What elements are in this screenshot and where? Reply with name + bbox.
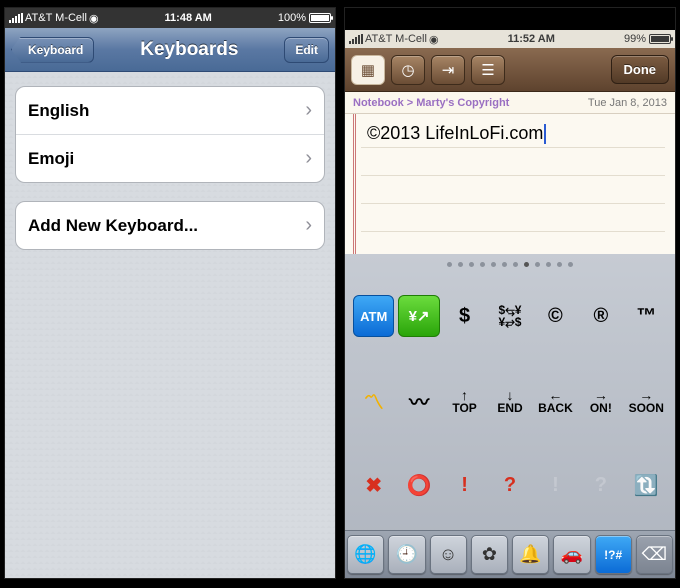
- emoji-key[interactable]: !: [535, 465, 576, 507]
- status-time: 11:48 AM: [99, 12, 278, 24]
- edit-button[interactable]: Edit: [284, 37, 329, 63]
- status-bar: AT&T M-Cell ◉ 11:52 AM 99%: [345, 30, 675, 48]
- page-dot[interactable]: [546, 262, 551, 267]
- keyboard-list: English › Emoji ›: [15, 86, 325, 183]
- page-dot[interactable]: [458, 262, 463, 267]
- keyboard-cell[interactable]: English ›: [16, 87, 324, 135]
- emoji-key[interactable]: ATM: [353, 295, 394, 337]
- page-dot[interactable]: [524, 262, 529, 267]
- category-flower-key[interactable]: ✿: [471, 535, 508, 574]
- emoji-key[interactable]: ©: [535, 295, 576, 337]
- page-dot[interactable]: [502, 262, 507, 267]
- clock-icon[interactable]: ◷: [391, 55, 425, 85]
- category-smiley-key[interactable]: ☺: [430, 535, 467, 574]
- page-title: Keyboards: [140, 39, 238, 61]
- chevron-right-icon: ›: [305, 147, 312, 170]
- emoji-keyboard: ATM¥↗$$⥃¥¥⥂$©®™ 〽〰↑TOP↓END←BACK→ON!→SOON ✖…: [345, 254, 675, 578]
- page-dot[interactable]: [557, 262, 562, 267]
- category-bell-key[interactable]: 🔔: [512, 535, 549, 574]
- chevron-right-icon: ›: [305, 99, 312, 122]
- breadcrumb[interactable]: Notebook > Marty's Copyright: [353, 97, 509, 109]
- emoji-key[interactable]: 🔃: [626, 465, 667, 507]
- emoji-key[interactable]: ?: [580, 465, 621, 507]
- signal-icon: [349, 34, 363, 44]
- keyboard-label: Emoji: [28, 149, 74, 169]
- chevron-right-icon: ›: [305, 214, 312, 237]
- done-button[interactable]: Done: [611, 55, 670, 84]
- note-toolbar: ▦ ◷ ⇥ ☰ Done: [345, 48, 675, 92]
- emoji-key[interactable]: ⭕: [398, 465, 439, 507]
- carrier-label: AT&T M-Cell: [25, 12, 87, 24]
- category-delete-key[interactable]: ⌫: [636, 535, 673, 574]
- jump-icon[interactable]: ⇥: [431, 55, 465, 85]
- add-keyboard-group: Add New Keyboard... ›: [15, 201, 325, 250]
- carrier-label: AT&T M-Cell: [365, 33, 427, 45]
- emoji-key[interactable]: ←BACK: [535, 380, 576, 422]
- keyboard-label: English: [28, 101, 89, 121]
- emoji-key[interactable]: 〽: [353, 380, 394, 422]
- category-car-key[interactable]: 🚗: [553, 535, 590, 574]
- emoji-key[interactable]: $: [444, 295, 485, 337]
- left-phone: AT&T M-Cell ◉ 11:48 AM 100% Keyboard Key…: [5, 8, 335, 578]
- emoji-key[interactable]: ™: [626, 295, 667, 337]
- page-dot[interactable]: [535, 262, 540, 267]
- page-dot[interactable]: [480, 262, 485, 267]
- page-dots[interactable]: [345, 254, 675, 270]
- emoji-key[interactable]: $⥃¥¥⥂$: [489, 295, 530, 337]
- settings-content: English › Emoji › Add New Keyboard... ›: [5, 72, 335, 578]
- battery-percent: 100%: [278, 12, 306, 24]
- back-button[interactable]: Keyboard: [11, 37, 94, 63]
- category-globe-key[interactable]: 🌐: [347, 535, 384, 574]
- emoji-key[interactable]: →ON!: [580, 380, 621, 422]
- note-body[interactable]: ©2013 LifeInLoFi.com: [345, 114, 675, 254]
- battery-percent: 99%: [624, 33, 646, 45]
- emoji-key[interactable]: 〰: [398, 380, 439, 422]
- emoji-key[interactable]: ¥↗: [398, 295, 439, 337]
- emoji-key[interactable]: ✖: [353, 465, 394, 507]
- page-dot[interactable]: [469, 262, 474, 267]
- emoji-key[interactable]: ↑TOP: [444, 380, 485, 422]
- category-bar: 🌐🕘☺✿🔔🚗!?#⌫: [345, 530, 675, 578]
- page-dot[interactable]: [491, 262, 496, 267]
- text-cursor: [544, 124, 546, 144]
- note-date: Tue Jan 8, 2013: [588, 97, 667, 109]
- note-text: ©2013 LifeInLoFi.com: [367, 123, 543, 144]
- keyboard-cell[interactable]: Emoji ›: [16, 135, 324, 182]
- page-dot[interactable]: [513, 262, 518, 267]
- category-symbols-key[interactable]: !?#: [595, 535, 632, 574]
- calendar-icon[interactable]: ▦: [351, 55, 385, 85]
- emoji-key[interactable]: ®: [580, 295, 621, 337]
- page-dot[interactable]: [447, 262, 452, 267]
- emoji-grid: ATM¥↗$$⥃¥¥⥂$©®™ 〽〰↑TOP↓END←BACK→ON!→SOON ✖…: [345, 270, 675, 530]
- wifi-icon: ◉: [429, 33, 439, 46]
- wifi-icon: ◉: [89, 12, 99, 25]
- emoji-key[interactable]: ?: [489, 465, 530, 507]
- add-keyboard-label: Add New Keyboard...: [28, 216, 198, 236]
- signal-icon: [9, 13, 23, 23]
- right-phone: AT&T M-Cell ◉ 11:52 AM 99% ▦ ◷ ⇥ ☰ Done …: [345, 8, 675, 578]
- emoji-key[interactable]: →SOON: [626, 380, 667, 422]
- emoji-key[interactable]: !: [444, 465, 485, 507]
- page-dot[interactable]: [568, 262, 573, 267]
- nav-bar: Keyboard Keyboards Edit: [5, 28, 335, 72]
- category-recent-key[interactable]: 🕘: [388, 535, 425, 574]
- emoji-key[interactable]: ↓END: [489, 380, 530, 422]
- status-bar: AT&T M-Cell ◉ 11:48 AM 100%: [5, 8, 335, 28]
- note-header: Notebook > Marty's Copyright Tue Jan 8, …: [345, 92, 675, 114]
- status-time: 11:52 AM: [439, 33, 624, 45]
- list-icon[interactable]: ☰: [471, 55, 505, 85]
- battery-icon: [309, 13, 331, 23]
- add-keyboard-cell[interactable]: Add New Keyboard... ›: [16, 202, 324, 249]
- battery-icon: [649, 34, 671, 44]
